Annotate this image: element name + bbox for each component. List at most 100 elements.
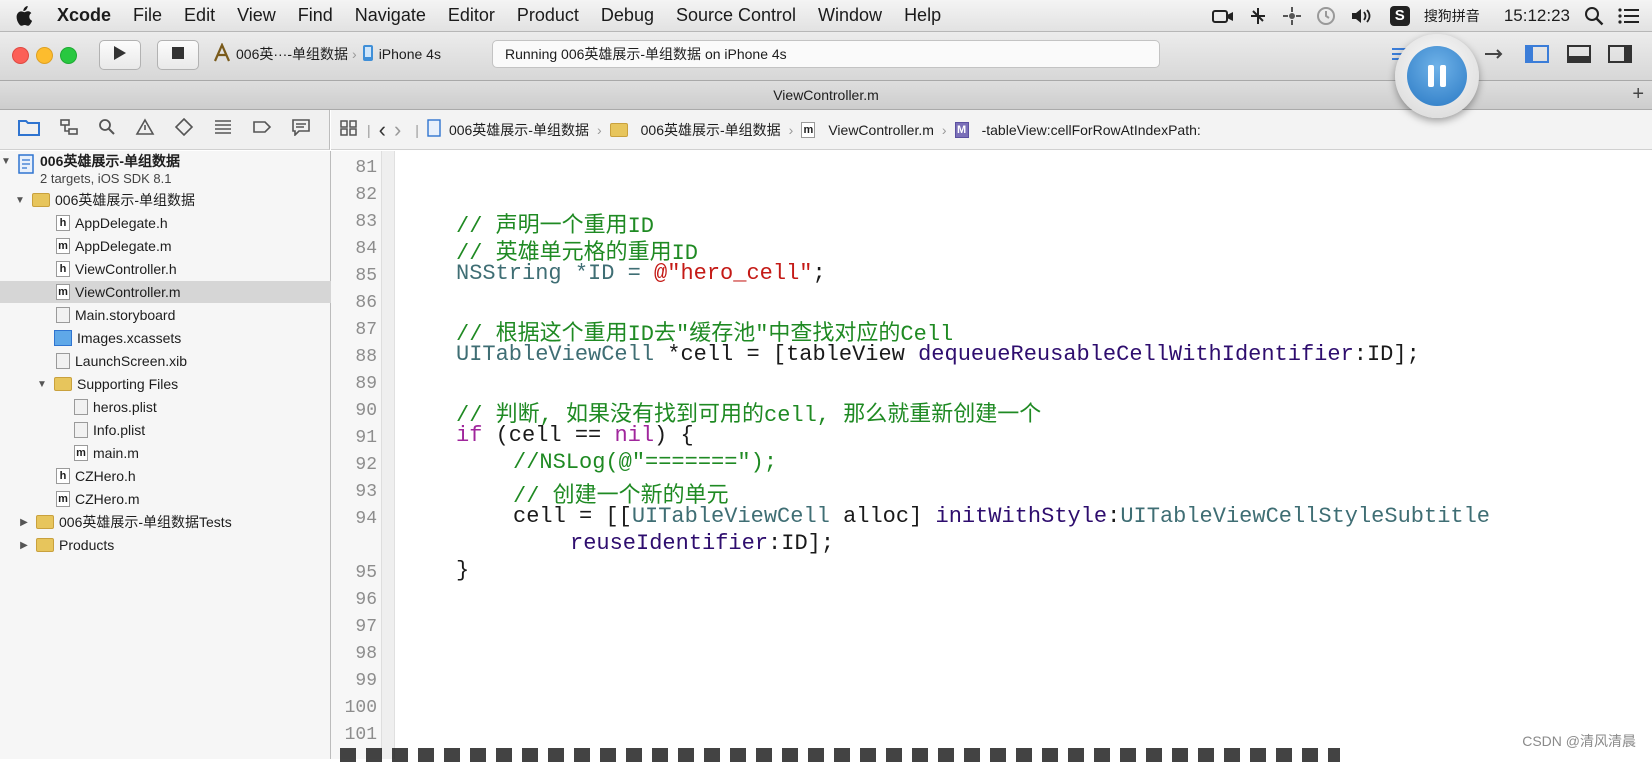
sogou-input-icon[interactable]: S: [1389, 5, 1410, 26]
file-czhero-m[interactable]: m CZHero.m: [0, 488, 386, 510]
code-text: :ID];: [768, 531, 835, 556]
menu-find[interactable]: Find: [287, 5, 344, 26]
line-number: 94: [355, 509, 377, 529]
line-number: 90: [355, 401, 377, 421]
debug-panel-toggle-icon[interactable]: [1565, 42, 1593, 66]
back-chevron-icon[interactable]: ‹: [379, 117, 386, 143]
code-text: ;: [812, 261, 826, 286]
minimize-window-button[interactable]: [36, 47, 53, 64]
menu-clock[interactable]: 15:12:23: [1504, 6, 1570, 26]
tree-item-label: CZHero.m: [75, 491, 140, 507]
tree-item-label: Products: [59, 537, 115, 553]
zoom-window-button[interactable]: [60, 47, 77, 64]
version-editor-icon[interactable]: [1480, 42, 1508, 66]
activity-viewer: Running 006英雄展示-单组数据 on iPhone 4s: [492, 40, 1160, 68]
utilities-panel-toggle-icon[interactable]: [1606, 42, 1634, 66]
line-number: 86: [355, 293, 377, 313]
menu-xcode[interactable]: Xcode: [46, 5, 122, 26]
project-file-icon: [18, 154, 34, 177]
header-file-icon: h: [56, 261, 70, 277]
network-icon[interactable]: [1248, 6, 1268, 26]
file-czhero-h[interactable]: h CZHero.h: [0, 465, 386, 487]
related-items-icon[interactable]: [339, 119, 359, 140]
menu-debug[interactable]: Debug: [590, 5, 665, 26]
file-images-xcassets[interactable]: Images.xcassets: [0, 327, 384, 349]
folder-icon: [609, 122, 628, 137]
project-name: 006英雄展示-单组数据: [40, 153, 181, 169]
scheme-name: 006英···-单组数据: [236, 46, 349, 62]
file-main-storyboard[interactable]: Main.storyboard: [0, 304, 386, 326]
menu-edit[interactable]: Edit: [173, 5, 226, 26]
menu-navigate[interactable]: Navigate: [344, 5, 437, 26]
line-number: 98: [355, 644, 377, 664]
tree-item-label: ViewController.h: [75, 261, 177, 277]
find-navigator-icon[interactable]: [98, 118, 116, 141]
notification-center-icon[interactable]: [1618, 7, 1640, 25]
line-number: 100: [344, 698, 377, 718]
stop-button[interactable]: [157, 40, 199, 70]
menu-view[interactable]: View: [226, 5, 287, 26]
test-navigator-icon[interactable]: [174, 117, 194, 141]
scheme-selector[interactable]: 006英···-单组数据 › iPhone 4s: [212, 40, 480, 68]
implementation-file-icon: m: [56, 284, 70, 300]
run-button[interactable]: [99, 40, 141, 70]
navigator-panel-toggle-icon[interactable]: [1523, 42, 1551, 66]
code-line-92: //NSLog(@"=======");: [513, 450, 777, 475]
folder-icon: [54, 377, 72, 391]
menu-help[interactable]: Help: [893, 5, 952, 26]
jumpbar-crumb-method[interactable]: -tableView:cellForRowAtIndexPath:: [982, 122, 1201, 138]
file-viewcontroller-m[interactable]: m ViewController.m: [0, 281, 386, 303]
symbol-navigator-icon[interactable]: [59, 118, 79, 141]
divider: |: [415, 121, 419, 138]
code-constant: UITableViewCellStyleSubtitle: [1120, 504, 1491, 529]
video-camera-icon[interactable]: [1211, 8, 1234, 24]
folder-icon: [36, 515, 54, 529]
menu-source-control[interactable]: Source Control: [665, 5, 807, 26]
screen-recorder-pause-button[interactable]: [1395, 34, 1479, 118]
volume-icon[interactable]: [1350, 7, 1376, 25]
line-number: 96: [355, 590, 377, 610]
tree-item-label: AppDelegate.m: [75, 238, 172, 254]
report-navigator-icon[interactable]: [291, 118, 311, 141]
file-appdelegate-h[interactable]: h AppDelegate.h: [0, 212, 386, 234]
line-number: 97: [355, 617, 377, 637]
time-machine-icon[interactable]: [1316, 6, 1336, 26]
tree-item-label: AppDelegate.h: [75, 215, 168, 231]
menu-product[interactable]: Product: [506, 5, 590, 26]
spotlight-search-icon[interactable]: [1584, 6, 1604, 26]
chevron-right-icon: ›: [788, 121, 794, 138]
file-appdelegate-m[interactable]: m AppDelegate.m: [0, 235, 386, 257]
code-line-94: cell = [[UITableViewCell alloc] initWith…: [513, 504, 1490, 529]
project-navigator-icon[interactable]: [17, 118, 40, 141]
jumpbar-crumb-project[interactable]: 006英雄展示-单组数据: [449, 120, 589, 140]
jumpbar-crumb-group[interactable]: 006英雄展示-单组数据: [641, 120, 781, 140]
input-method-label[interactable]: 搜狗拼音: [1424, 6, 1480, 26]
project-root-item[interactable]: ▼ 006英雄展示-单组数据 2 targets, iOS SDK 8.1: [0, 152, 330, 192]
file-launchscreen-xib[interactable]: LaunchScreen.xib: [0, 350, 386, 372]
code-text: :: [1107, 504, 1121, 529]
line-number: 88: [355, 347, 377, 367]
forward-chevron-icon[interactable]: ›: [394, 117, 401, 143]
menu-window[interactable]: Window: [807, 5, 893, 26]
issue-navigator-icon[interactable]: [135, 118, 155, 141]
menu-editor[interactable]: Editor: [437, 5, 506, 26]
code-method: reuseIdentifier: [570, 531, 769, 556]
asset-catalog-icon: [54, 330, 72, 346]
code-method: initWithStyle: [935, 504, 1108, 529]
menu-file[interactable]: File: [122, 5, 173, 26]
folder-supporting-files[interactable]: ▼ Supporting Files: [0, 373, 366, 395]
folder-tests[interactable]: ▶ 006英雄展示-单组数据Tests: [0, 511, 348, 533]
code-folding-ribbon[interactable]: [382, 151, 395, 759]
folder-main-group[interactable]: ▼ 006英雄展示-单组数据: [0, 189, 344, 211]
debug-navigator-icon[interactable]: [213, 118, 233, 141]
close-window-button[interactable]: [12, 47, 29, 64]
line-number: 101: [344, 725, 377, 745]
file-viewcontroller-h[interactable]: h ViewController.h: [0, 258, 386, 280]
add-tab-button[interactable]: +: [1632, 83, 1644, 106]
remote-desktop-icon[interactable]: [1282, 6, 1302, 26]
folder-products[interactable]: ▶ Products: [0, 534, 348, 556]
breakpoint-navigator-icon[interactable]: [252, 119, 272, 140]
code-text: ) {: [654, 423, 694, 448]
jumpbar-crumb-file[interactable]: ViewController.m: [828, 122, 934, 138]
apple-menu-icon[interactable]: [0, 5, 46, 26]
